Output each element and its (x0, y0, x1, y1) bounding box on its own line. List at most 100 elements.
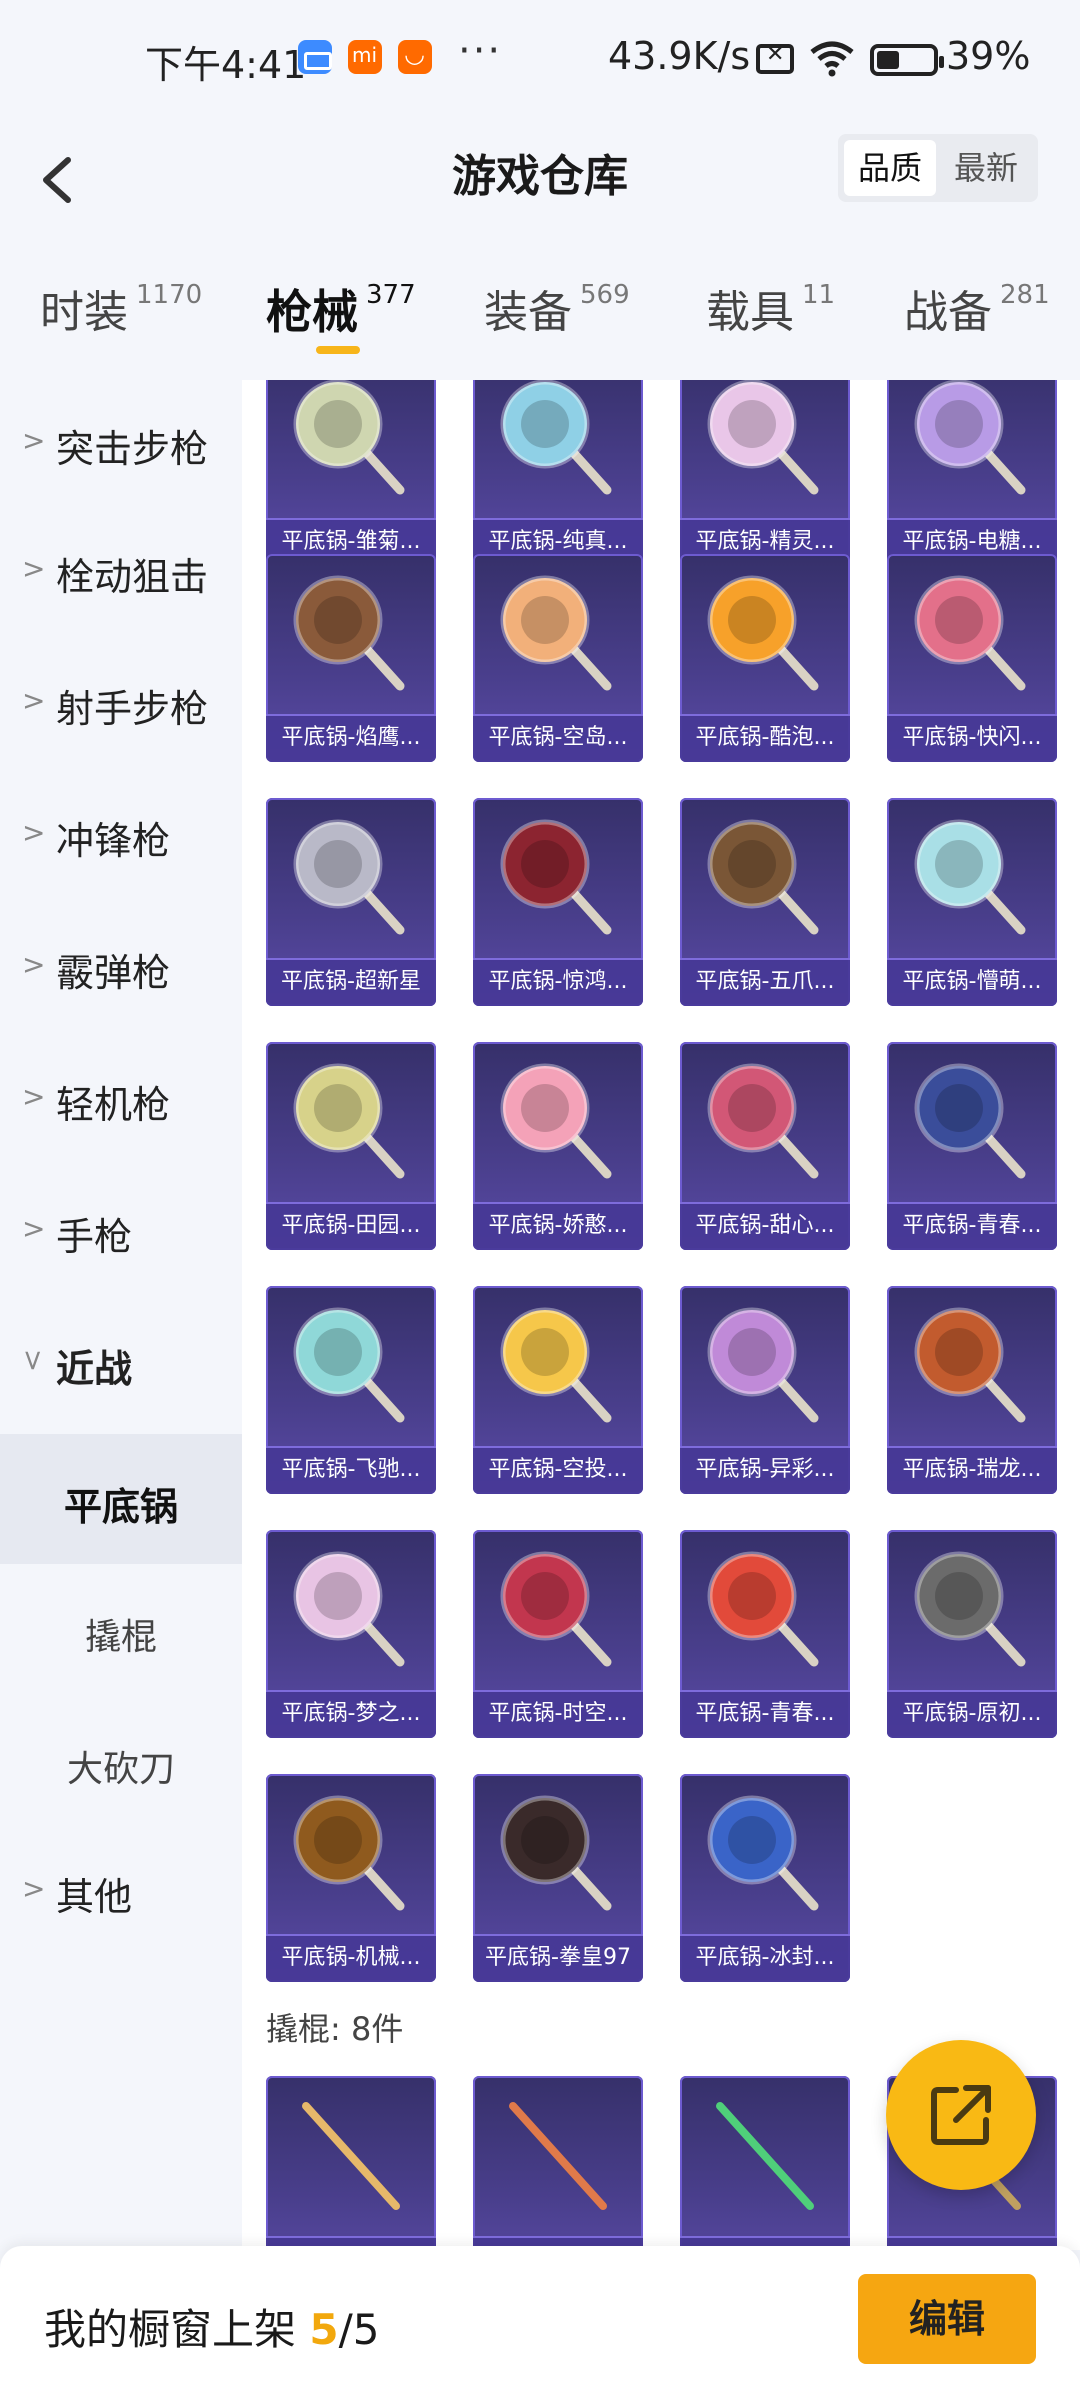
sort-quality-button[interactable]: 品质 (844, 140, 936, 196)
pan-image (500, 575, 612, 691)
sidebar-sub-label: 撬棍 (84, 1617, 157, 1658)
wifi-icon (810, 41, 854, 77)
sidebar-item-lmg[interactable]: > 轻机枪 (0, 1038, 242, 1158)
pan-image (293, 1063, 405, 1179)
pan-item-card[interactable]: 平底锅-懵萌... (887, 798, 1057, 1006)
pan-item-name: 平底锅-时空... (473, 1690, 643, 1738)
chevron-right-icon: > (22, 1080, 46, 1113)
pan-item-card[interactable]: 平底锅-焰鹰... (266, 554, 436, 762)
pan-image (707, 575, 819, 691)
pan-image (293, 1307, 405, 1423)
chevron-right-icon: > (22, 1872, 46, 1905)
pan-item-name: 平底锅-懵萌... (887, 958, 1057, 1006)
share-icon (931, 2085, 991, 2145)
showcase-count: 5 (309, 2305, 339, 2354)
pan-item-card[interactable]: 平底锅-原初... (887, 1530, 1057, 1738)
sidebar-item-assault-rifle[interactable]: > 突击步枪 (0, 382, 242, 502)
network-speed: 43.9K/s (608, 34, 751, 78)
sidebar-sub-pan[interactable]: 平底锅 (0, 1434, 242, 1564)
pan-item-card[interactable]: 平底锅-超新星 (266, 798, 436, 1006)
sidebar-item-label: 轻机枪 (56, 1083, 171, 1127)
tab-label: 载具 (706, 287, 794, 338)
pan-item-card[interactable]: 平底锅-青春... (680, 1530, 850, 1738)
pan-item-name: 平底锅-焰鹰... (266, 714, 436, 762)
crowbar-item-card[interactable]: 撬棍-冰晶雪突... (266, 2076, 436, 2250)
pan-item-name: 平底锅-冰封... (680, 1934, 850, 1982)
chevron-right-icon: > (22, 948, 46, 981)
sidebar-item-marksman-rifle[interactable]: > 射手步枪 (0, 642, 242, 762)
tab-vehicles[interactable]: 载具 11 (706, 276, 835, 340)
pan-item-name: 平底锅-飞驰... (266, 1446, 436, 1494)
crowbar-item-card[interactable]: 撬棍-宗亲骁迹... (680, 2076, 850, 2250)
sidebar-item-label: 近战 (56, 1347, 133, 1391)
sidebar-sub-label: 平底锅 (63, 1485, 178, 1529)
sidebar-item-other[interactable]: > 其他 (0, 1830, 242, 1950)
showcase-bar: 我的橱窗上架 5/5 编辑 (0, 2246, 1080, 2400)
pan-image (707, 1551, 819, 1667)
edit-button[interactable]: 编辑 (858, 2274, 1036, 2364)
status-bar: 下午4:41 ··· 43.9K/s 39% (0, 0, 1080, 120)
pan-item-card[interactable]: 平底锅-青春... (887, 1042, 1057, 1250)
sidebar-item-melee[interactable]: > 近战 (0, 1302, 242, 1422)
tab-label: 枪械 (266, 285, 358, 339)
pan-item-name: 平底锅-机械... (266, 1934, 436, 1982)
pan-image (293, 819, 405, 935)
pan-item-card[interactable]: 平底锅-飞驰... (266, 1286, 436, 1494)
tab-equipment[interactable]: 装备 569 (484, 276, 630, 340)
sidebar-item-label: 突击步枪 (56, 427, 209, 471)
pan-item-card[interactable]: 平底锅-冰封... (680, 1774, 850, 1982)
crowbar-item-card[interactable]: 撬棍-蒲色鸦影... (473, 2076, 643, 2250)
pan-item-name: 平底锅-惊鸿... (473, 958, 643, 1006)
pan-item-card[interactable]: 平底锅-机械... (266, 1774, 436, 1982)
pan-item-card[interactable]: 平底锅-惊鸿... (473, 798, 643, 1006)
pan-item-card[interactable]: 平底锅-时空... (473, 1530, 643, 1738)
pan-item-card[interactable]: 平底锅-瑞龙... (887, 1286, 1057, 1494)
pan-item-name: 平底锅-青春... (887, 1202, 1057, 1250)
share-button[interactable] (886, 2040, 1036, 2190)
sort-newest-button[interactable]: 最新 (940, 140, 1032, 196)
pan-item-name: 平底锅-拳皇97 (473, 1934, 643, 1982)
sidebar-sub-machete[interactable]: 大砍刀 (0, 1698, 242, 1828)
pan-item-name: 平底锅-快闪... (887, 714, 1057, 762)
pan-item-name: 平底锅-异彩... (680, 1446, 850, 1494)
pan-item-card[interactable]: 平底锅-雏菊... (266, 380, 436, 566)
pan-item-card[interactable]: 平底锅-酷泡... (680, 554, 850, 762)
pan-item-card[interactable]: 平底锅-空投... (473, 1286, 643, 1494)
tab-count: 569 (580, 280, 630, 310)
pan-item-card[interactable]: 平底锅-五爪... (680, 798, 850, 1006)
sidebar-item-bolt-sniper[interactable]: > 栓动狙击 (0, 510, 242, 630)
sidebar-sub-crowbar[interactable]: 撬棍 (0, 1566, 242, 1696)
tab-fashion[interactable]: 时装 1170 (40, 276, 202, 340)
pan-image (293, 575, 405, 691)
pan-image (293, 1551, 405, 1667)
chevron-right-icon: > (22, 552, 46, 585)
pan-image (707, 819, 819, 935)
pan-item-name: 平底锅-酷泡... (680, 714, 850, 762)
pan-item-card[interactable]: 平底锅-娇憨... (473, 1042, 643, 1250)
pan-item-card[interactable]: 平底锅-电糖... (887, 380, 1057, 566)
pan-item-card[interactable]: 平底锅-异彩... (680, 1286, 850, 1494)
tab-firearms[interactable]: 枪械 377 (266, 276, 416, 342)
pan-image (500, 380, 612, 495)
pan-item-card[interactable]: 平底锅-纯真... (473, 380, 643, 566)
sidebar-item-smg[interactable]: > 冲锋枪 (0, 774, 242, 894)
sidebar-item-label: 射手步枪 (56, 687, 209, 731)
pan-item-name: 平底锅-田园... (266, 1202, 436, 1250)
sidebar-item-label: 其他 (56, 1875, 133, 1919)
pan-item-card[interactable]: 平底锅-拳皇97 (473, 1774, 643, 1982)
crowbar-image (302, 2102, 400, 2210)
sidebar-item-shotgun[interactable]: > 霰弹枪 (0, 906, 242, 1026)
sidebar-item-pistol[interactable]: > 手枪 (0, 1170, 242, 1290)
chevron-right-icon: > (22, 816, 46, 849)
crowbar-section-label: 撬棍: 8件 (266, 2010, 404, 2048)
tab-combat-gear[interactable]: 战备 281 (904, 276, 1050, 340)
pan-item-card[interactable]: 平底锅-精灵... (680, 380, 850, 566)
pan-item-card[interactable]: 平底锅-空岛... (473, 554, 643, 762)
pan-item-card[interactable]: 平底锅-田园... (266, 1042, 436, 1250)
chevron-down-icon: > (17, 1348, 51, 1373)
pan-item-card[interactable]: 平底锅-梦之... (266, 1530, 436, 1738)
showcase-total: /5 (338, 2305, 380, 2354)
pan-item-card[interactable]: 平底锅-快闪... (887, 554, 1057, 762)
pan-item-card[interactable]: 平底锅-甜心... (680, 1042, 850, 1250)
weapon-category-sidebar: > 突击步枪 > 栓动狙击 > 射手步枪 > 冲锋枪 > 霰弹枪 > 轻机枪 >… (0, 380, 242, 2240)
